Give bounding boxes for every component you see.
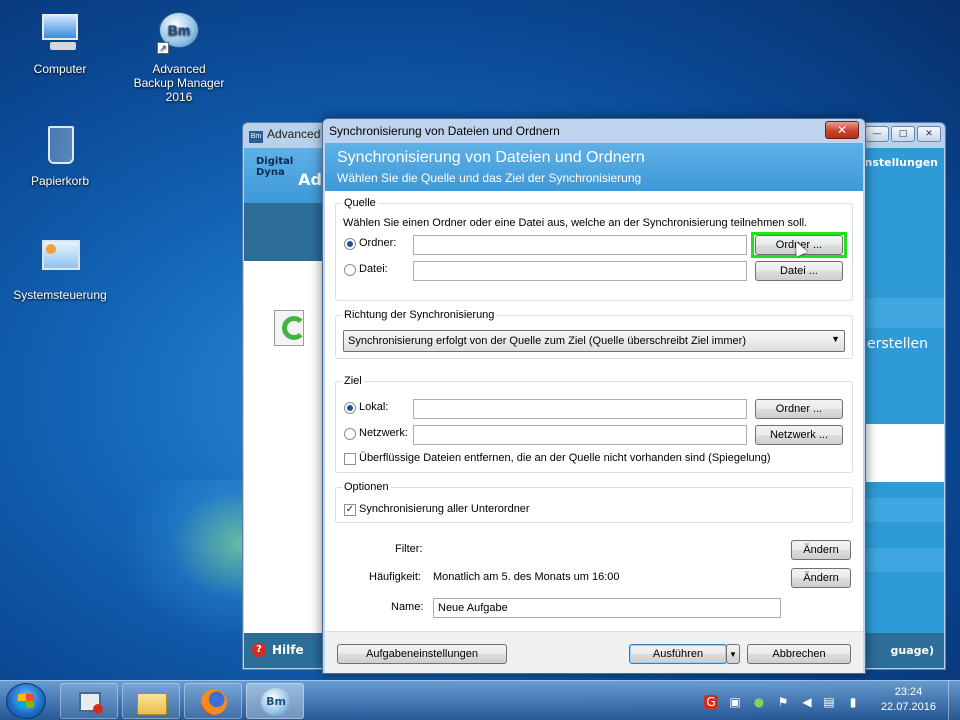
target-network-button[interactable]: Netzwerk ... xyxy=(755,425,843,445)
target-local-label: Lokal: xyxy=(359,401,389,413)
chevron-down-icon: ▼ xyxy=(729,650,737,659)
run-dropdown-button[interactable]: ▼ xyxy=(726,644,740,664)
frequency-label: Häufigkeit: xyxy=(369,571,421,583)
subfolders-checkbox[interactable]: ✓ xyxy=(344,504,356,516)
target-network-input[interactable] xyxy=(413,425,747,445)
volume-icon[interactable]: ◀ xyxy=(800,695,814,709)
direction-selected-value: Synchronisierung erfolgt von der Quelle … xyxy=(348,335,746,347)
dialog-body: Quelle Wählen Sie einen Ordner oder eine… xyxy=(325,191,863,631)
target-local-radio[interactable] xyxy=(344,402,356,414)
mirror-checkbox[interactable] xyxy=(344,453,356,465)
right-pane: Einstellungen erstellen guage) xyxy=(853,148,944,668)
help-icon: ? xyxy=(252,643,266,657)
help-bar[interactable]: ? Hilfe xyxy=(244,633,324,668)
close-button[interactable]: ✕ xyxy=(917,126,941,142)
dialog-close-button[interactable]: ✕ xyxy=(825,121,859,139)
options-legend: Optionen xyxy=(344,481,389,493)
desktop-icon-control-panel[interactable]: Systemsteuerung xyxy=(12,236,108,302)
subfolders-label: Synchronisierung aller Unterordner xyxy=(359,503,530,515)
mirror-label: Überflüssige Dateien entfernen, die an d… xyxy=(359,452,771,464)
source-hint: Wählen Sie einen Ordner oder eine Datei … xyxy=(343,217,808,229)
filter-change-button[interactable]: Ändern xyxy=(791,540,851,560)
frequency-change-button[interactable]: Ändern xyxy=(791,568,851,588)
desktop-icon-backup-manager[interactable]: Bm ↗ Advanced Backup Manager 2016 xyxy=(131,10,227,104)
desktop-icon-recycle-bin[interactable]: Papierkorb xyxy=(12,122,108,188)
computer-icon xyxy=(36,10,84,58)
desktop-icon-label: Advanced Backup Manager 2016 xyxy=(133,62,225,104)
options-group: Optionen xyxy=(335,481,853,523)
network-icon[interactable]: ▤ xyxy=(822,695,836,709)
name-label: Name: xyxy=(391,601,424,613)
header-subtitle: Wählen Sie die Quelle und das Ziel der S… xyxy=(337,171,642,185)
task-name-input[interactable]: Neue Aufgabe xyxy=(433,598,781,618)
frequency-value: Monatlich am 5. des Monats um 16:00 xyxy=(433,571,620,583)
firefox-icon xyxy=(201,689,227,715)
dialog-title: Synchronisierung von Dateien und Ordnern xyxy=(329,124,560,138)
flag-icon[interactable]: ⚑ xyxy=(776,695,790,709)
taskbar-item-explorer[interactable] xyxy=(122,683,180,719)
backup-manager-icon: Bm ↗ xyxy=(155,10,203,58)
network-status-icon[interactable]: ▣ xyxy=(728,695,742,709)
filter-label: Filter: xyxy=(395,543,423,555)
record-dot-icon xyxy=(93,704,103,714)
clock-date: 22.07.2016 xyxy=(880,701,936,713)
help-label: Hilfe xyxy=(272,643,304,657)
minimize-button[interactable]: — xyxy=(865,126,889,142)
dialog-header: Synchronisierung von Dateien und Ordnern… xyxy=(325,143,863,191)
start-button[interactable] xyxy=(6,683,46,719)
source-folder-radio[interactable] xyxy=(344,238,356,250)
maximize-button[interactable]: □ xyxy=(891,126,915,142)
header-title: Synchronisierung von Dateien und Ordnern xyxy=(337,149,645,166)
source-legend: Quelle xyxy=(344,197,376,209)
dialog-footer: Aufgabeneinstellungen Ausführen ▼ Abbrec… xyxy=(325,631,863,673)
recycle-bin-icon xyxy=(36,122,84,170)
task-settings-button[interactable]: Aufgabeneinstellungen xyxy=(337,644,507,664)
taskbar-clock[interactable]: 23:24 22.07.2016 xyxy=(881,685,936,715)
power-icon[interactable]: ▮ xyxy=(846,695,860,709)
desktop-icon-computer[interactable]: Computer xyxy=(12,10,108,76)
windows-logo-icon xyxy=(18,694,34,708)
target-network-radio[interactable] xyxy=(344,428,356,440)
clock-time: 23:24 xyxy=(894,686,923,698)
taskbar-item-firefox[interactable] xyxy=(184,683,242,719)
show-desktop-button[interactable] xyxy=(948,681,960,720)
control-panel-icon xyxy=(36,236,84,284)
left-header: Digital Dyna Ad xyxy=(244,148,324,203)
source-file-radio[interactable] xyxy=(344,264,356,276)
left-pane: Digital Dyna Ad ? Hilfe xyxy=(244,148,324,668)
run-button[interactable]: Ausführen xyxy=(629,644,727,664)
backup-manager-icon: Bm xyxy=(261,688,291,716)
antivirus-icon[interactable]: G xyxy=(704,695,718,709)
desktop-icon-label: Papierkorb xyxy=(30,174,90,188)
target-network-label: Netzwerk: xyxy=(359,427,408,439)
left-band xyxy=(244,203,324,261)
direction-select[interactable]: Synchronisierung erfolgt von der Quelle … xyxy=(343,330,845,352)
folder-icon xyxy=(137,693,167,715)
target-legend: Ziel xyxy=(344,375,362,387)
source-file-input[interactable] xyxy=(413,261,747,281)
source-folder-label: Ordner: xyxy=(359,237,397,249)
app-icon: Bm xyxy=(249,131,263,143)
taskbar-item-recorder[interactable] xyxy=(60,683,118,719)
sync-icon xyxy=(270,306,312,350)
taskbar: Bm G ▣ ● ⚑ ◀ ▤ ▮ 23:24 22.07.2016 xyxy=(0,680,960,720)
target-local-input[interactable] xyxy=(413,399,747,419)
right-item-language[interactable]: guage) xyxy=(891,644,935,657)
target-local-button[interactable]: Ordner ... xyxy=(755,399,843,419)
taskbar-item-backup-manager[interactable]: Bm xyxy=(246,683,304,719)
source-folder-input[interactable] xyxy=(413,235,747,255)
sync-dialog: Synchronisierung von Dateien und Ordnern… xyxy=(322,118,866,674)
desktop-icon-label: Systemsteuerung xyxy=(13,288,107,302)
security-check-icon[interactable]: ● xyxy=(752,695,766,709)
cancel-button[interactable]: Abbrechen xyxy=(747,644,851,664)
desktop-icon-label: Computer xyxy=(33,62,87,76)
direction-legend: Richtung der Synchronisierung xyxy=(344,309,495,321)
source-file-label: Datei: xyxy=(359,263,388,275)
right-item-create[interactable]: erstellen xyxy=(867,336,928,352)
chevron-down-icon: ▼ xyxy=(831,334,840,344)
close-icon: ✕ xyxy=(836,123,848,137)
window-title: Bm Advanced xyxy=(249,127,321,143)
source-file-button[interactable]: Datei ... xyxy=(755,261,843,281)
